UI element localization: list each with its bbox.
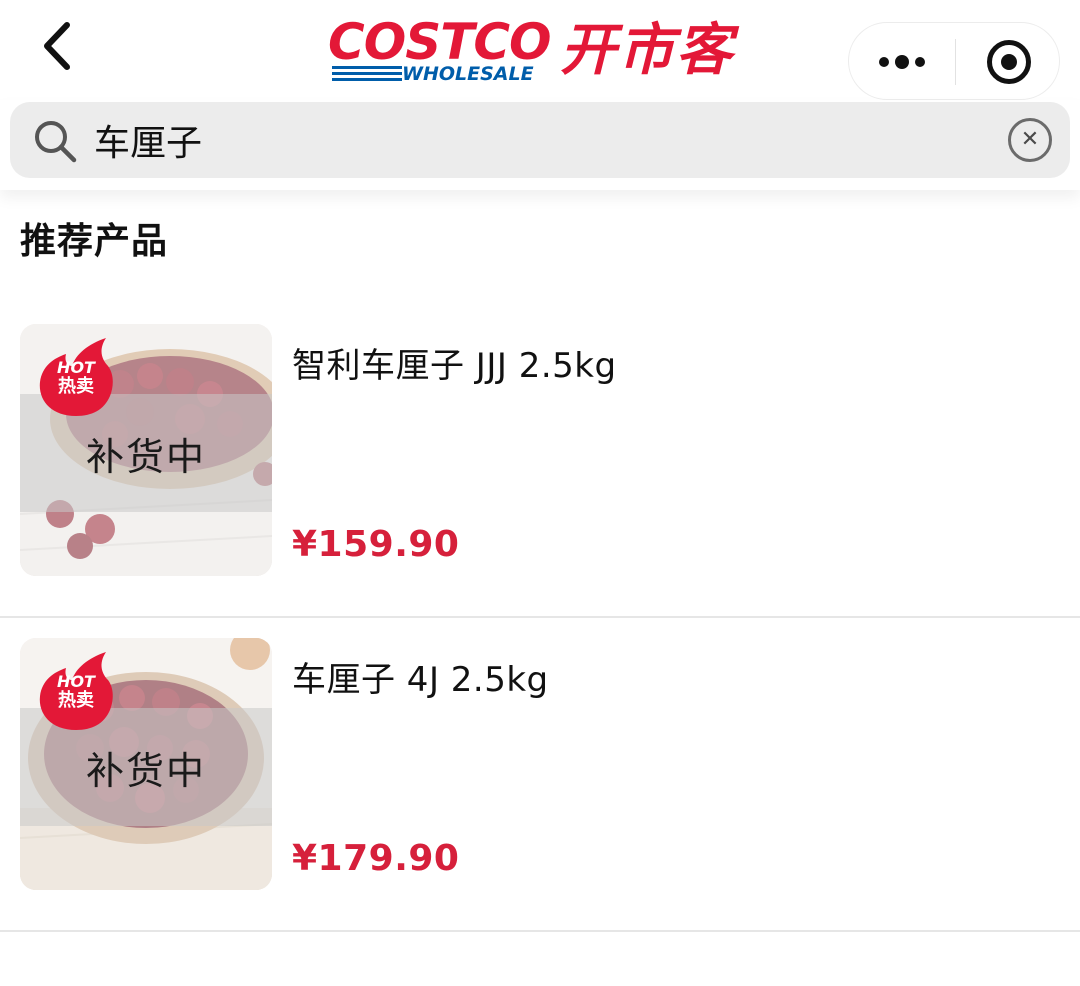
list-divider bbox=[0, 930, 1080, 932]
product-image[interactable]: 补货中 HOT 热卖 bbox=[20, 638, 272, 890]
logo-sub: WHOLESALE bbox=[402, 63, 534, 85]
badge-hot-text: HOT bbox=[57, 672, 95, 691]
list-divider bbox=[0, 616, 1080, 618]
product-price: ¥159.90 bbox=[292, 524, 460, 565]
search-bar[interactable]: ✕ bbox=[10, 102, 1070, 178]
close-mini-program-button[interactable] bbox=[956, 23, 1061, 101]
badge-cn-text: 热卖 bbox=[58, 690, 94, 711]
logo-stripes bbox=[332, 66, 402, 82]
search-input[interactable] bbox=[94, 110, 974, 170]
clear-circle-icon: ✕ bbox=[1020, 127, 1040, 152]
back-button[interactable] bbox=[30, 16, 82, 76]
product-image[interactable]: 补货中 HOT 热卖 bbox=[20, 324, 272, 576]
target-circle-icon bbox=[986, 40, 1031, 84]
badge-hot-text: HOT bbox=[57, 358, 95, 377]
section-title: 推荐产品 bbox=[20, 221, 169, 262]
product-name: 车厘子 4J 2.5kg bbox=[292, 660, 549, 700]
product-price: ¥179.90 bbox=[292, 838, 460, 879]
more-dots-icon bbox=[876, 55, 928, 69]
product-item[interactable]: 补货中 HOT 热卖 智利车厘子 JJJ 2.5kg ¥159.90 bbox=[0, 318, 1080, 618]
more-button[interactable] bbox=[849, 23, 955, 101]
chevron-left-icon bbox=[44, 22, 70, 70]
logo-brand: COSTCO bbox=[328, 13, 552, 71]
search-icon bbox=[35, 121, 77, 163]
badge-cn-text: 热卖 bbox=[58, 376, 94, 397]
hot-badge: HOT 热卖 bbox=[36, 650, 126, 734]
logo-cn: 开市客 bbox=[560, 18, 734, 83]
hot-badge: HOT 热卖 bbox=[36, 336, 126, 420]
clear-search-button[interactable]: ✕ bbox=[1008, 118, 1052, 162]
product-item[interactable]: 补货中 HOT 热卖 车厘子 4J 2.5kg ¥179.90 bbox=[0, 632, 1080, 932]
mini-program-capsule bbox=[848, 22, 1060, 100]
costco-logo: COSTCO WHOLESALE 开市客 bbox=[328, 14, 768, 94]
product-name: 智利车厘子 JJJ 2.5kg bbox=[292, 346, 617, 386]
search-area: ✕ bbox=[0, 100, 1080, 190]
header: COSTCO WHOLESALE 开市客 bbox=[0, 0, 1080, 100]
